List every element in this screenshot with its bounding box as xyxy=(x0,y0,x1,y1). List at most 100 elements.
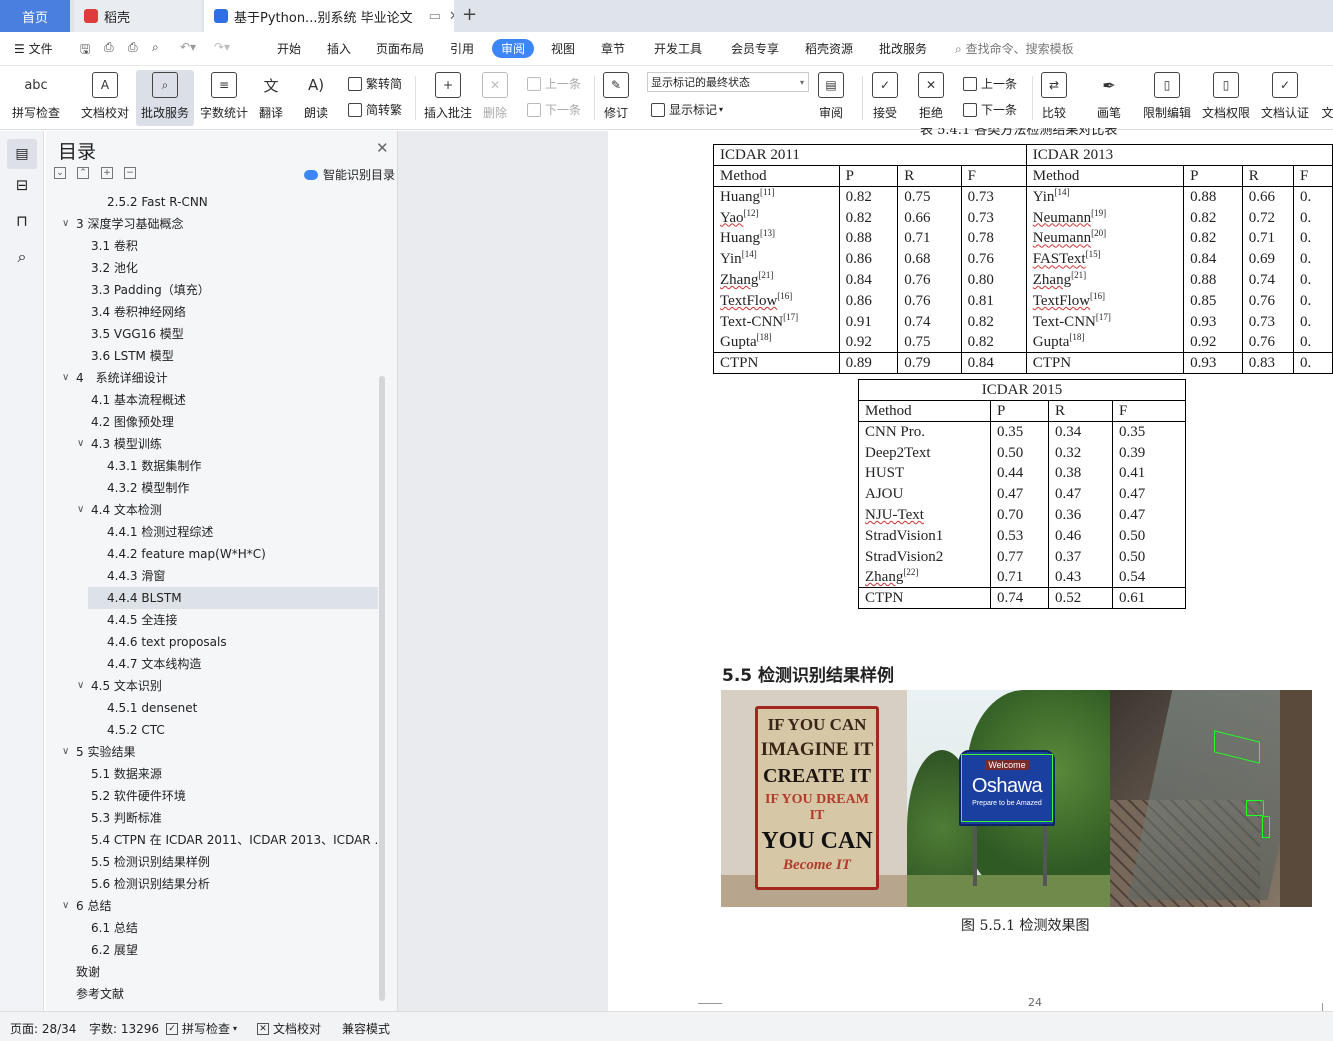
toc-item[interactable]: 4.5.2 CTC xyxy=(107,719,378,741)
toc-item[interactable]: 3 深度学习基础概念 xyxy=(76,213,378,235)
add-heading-icon[interactable]: + xyxy=(101,167,113,179)
redo-icon[interactable]: ↷▾ xyxy=(214,40,230,54)
next-change-button[interactable]: 下一条 xyxy=(963,101,1017,118)
status-proofread[interactable]: ✕ 文档校对 xyxy=(257,1020,321,1037)
toc-item[interactable]: 5 实验结果 xyxy=(76,741,378,763)
track-changes-button[interactable]: ✎ 修订 xyxy=(603,70,629,126)
toc-item[interactable]: 参考文献 xyxy=(76,983,378,1005)
new-tab-icon[interactable]: + xyxy=(462,4,477,25)
tab-docer[interactable]: 稻壳 xyxy=(74,0,202,32)
proofread-button[interactable]: A 文档校对 xyxy=(81,70,129,126)
trad-to-simp-button[interactable]: 繁转简 xyxy=(348,75,402,92)
menu-docer[interactable]: 稻壳资源 xyxy=(805,40,853,57)
toc-item[interactable]: 5.2 软件硬件环境 xyxy=(91,785,378,807)
toc-item[interactable]: 4.2 图像预处理 xyxy=(91,411,378,433)
toc-item[interactable]: 致谢 xyxy=(76,961,378,983)
chevron-down-icon[interactable]: ∨ xyxy=(62,372,69,383)
toc-item[interactable]: 6.2 展望 xyxy=(91,939,378,961)
toc-item[interactable]: 4 系统详细设计 xyxy=(76,367,378,389)
toc-item[interactable]: 4.4.3 滑窗 xyxy=(107,565,378,587)
toc-item[interactable]: 4.3 模型训练 xyxy=(91,433,378,455)
remove-heading-icon[interactable]: − xyxy=(124,167,136,179)
chevron-down-icon[interactable]: ∨ xyxy=(77,438,84,449)
prev-comment-button[interactable]: 上一条 xyxy=(527,75,581,92)
toc-item[interactable]: 4.1 基本流程概述 xyxy=(91,389,378,411)
compare-button[interactable]: ⇄ 比较 xyxy=(1041,70,1067,126)
find-icon[interactable]: ⌕ xyxy=(12,247,32,267)
toc-item[interactable]: 5.3 判断标准 xyxy=(91,807,378,829)
toc-item[interactable]: 4.5.1 densenet xyxy=(107,697,378,719)
toc-item[interactable]: 4.4.2 feature map(W*H*C) xyxy=(107,543,378,565)
chevron-down-icon[interactable]: ∨ xyxy=(77,504,84,515)
toc-item[interactable]: 5.1 数据来源 xyxy=(91,763,378,785)
show-markup-button[interactable]: 显示标记 ▾ xyxy=(651,101,723,118)
menu-review[interactable]: 审阅 xyxy=(492,39,535,58)
toc-item[interactable]: 4.5 文本识别 xyxy=(91,675,378,697)
undo-icon[interactable]: ↶▾ xyxy=(180,40,196,54)
toc-item[interactable]: 5.6 检测识别结果分析 xyxy=(91,873,378,895)
word-count-indicator[interactable]: 字数: 13296 xyxy=(89,1020,159,1037)
toc-item[interactable]: 3.2 池化 xyxy=(91,257,378,279)
export-pdf-icon[interactable]: ⎙ xyxy=(104,40,114,55)
pen-button[interactable]: ✒ 画笔 xyxy=(1096,70,1122,126)
tab-document[interactable]: 基于Python...别系统 毕业论文 ▭ ✕ xyxy=(204,0,454,32)
print-icon[interactable]: ⎙ xyxy=(128,40,138,55)
toc-item[interactable]: 3.4 卷积神经网络 xyxy=(91,301,378,323)
print-preview-icon[interactable]: ⌕ xyxy=(152,40,159,55)
menu-chapter[interactable]: 章节 xyxy=(601,40,625,57)
expand-up-icon[interactable]: ⌃ xyxy=(77,167,89,179)
simp-to-trad-button[interactable]: 简转繁 xyxy=(348,101,402,118)
read-aloud-button[interactable]: A) 朗读 xyxy=(303,70,329,126)
smart-toc-button[interactable]: 智能识别目录 xyxy=(304,166,395,183)
menu-member[interactable]: 会员专享 xyxy=(731,40,779,57)
save-icon[interactable]: 🖫 xyxy=(80,40,90,61)
tab-home[interactable]: 首页 xyxy=(0,0,70,32)
menu-correction[interactable]: 批改服务 xyxy=(879,40,927,57)
file-menu[interactable]: ☰ 文件 xyxy=(14,40,53,57)
collapse-all-icon[interactable]: ⌄ xyxy=(54,167,66,179)
menu-references[interactable]: 引用 xyxy=(450,40,474,57)
outline-icon[interactable]: ⊟ xyxy=(12,175,32,195)
toc-item[interactable]: 2.5.2 Fast R-CNN xyxy=(107,191,378,213)
chevron-down-icon[interactable]: ∨ xyxy=(62,218,69,229)
toc-item[interactable]: 6 总结 xyxy=(76,895,378,917)
review-service-button[interactable]: ⌕ 批改服务 xyxy=(136,70,194,126)
toc-item[interactable]: 4.4.5 全连接 xyxy=(107,609,378,631)
close-icon[interactable]: ✕ xyxy=(376,139,389,157)
toc-item[interactable]: 3.5 VGG16 模型 xyxy=(91,323,378,345)
markup-state-select[interactable]: 显示标记的最终状态 ▾ xyxy=(647,72,809,92)
chevron-down-icon[interactable]: ∨ xyxy=(62,900,69,911)
toc-item[interactable]: 5.4 CTPN 在 ICDAR 2011、ICDAR 2013、ICDAR .… xyxy=(91,829,378,851)
status-spell-check[interactable]: ✓ 拼写检查 ▾ xyxy=(166,1020,237,1037)
doc-permission-button[interactable]: ▯ 文档权限 xyxy=(1202,70,1250,126)
tab-close-icon[interactable]: ✕ xyxy=(449,9,454,24)
toc-item[interactable]: 4.3.1 数据集制作 xyxy=(107,455,378,477)
toc-item[interactable]: 3.1 卷积 xyxy=(91,235,378,257)
menu-insert[interactable]: 插入 xyxy=(327,40,351,57)
bookmark-icon[interactable]: ⊓ xyxy=(12,211,32,231)
reject-button[interactable]: ✕ 拒绝 xyxy=(918,70,944,126)
toc-item[interactable]: 3.3 Padding（填充） xyxy=(91,279,378,301)
toc-item[interactable]: 3.6 LSTM 模型 xyxy=(91,345,378,367)
insert-comment-button[interactable]: + 插入批注 xyxy=(424,70,472,126)
ribbon-overflow[interactable]: 文 xyxy=(1322,70,1333,126)
delete-comment-button[interactable]: ✕ 删除 xyxy=(482,70,508,126)
word-count-button[interactable]: ≡ 字数统计 xyxy=(200,70,248,126)
menu-layout[interactable]: 页面布局 xyxy=(376,40,424,57)
toc-scrollbar[interactable] xyxy=(379,376,385,1001)
chevron-down-icon[interactable]: ∨ xyxy=(77,680,84,691)
review-pane-button[interactable]: ▤ 审阅 xyxy=(818,70,844,126)
tab-pin-icon[interactable]: ▭ xyxy=(429,9,441,24)
toc-item[interactable]: 4.4.1 检测过程综述 xyxy=(107,521,378,543)
next-comment-button[interactable]: 下一条 xyxy=(527,101,581,118)
doc-certify-button[interactable]: ✓ 文档认证 xyxy=(1261,70,1309,126)
translate-button[interactable]: 文翻译 xyxy=(258,70,284,126)
toc-panel-icon[interactable]: ▤ xyxy=(7,139,37,169)
page-indicator[interactable]: 页面: 28/34 xyxy=(10,1020,76,1037)
toc-item[interactable]: 4.4.4 BLSTM xyxy=(88,587,378,609)
spell-check-button[interactable]: abc 拼写检查 xyxy=(12,70,60,126)
restrict-edit-button[interactable]: ▯ 限制编辑 xyxy=(1143,70,1191,126)
toc-item[interactable]: 4.4.6 text proposals xyxy=(107,631,378,653)
menu-start[interactable]: 开始 xyxy=(277,40,301,57)
chevron-down-icon[interactable]: ∨ xyxy=(62,746,69,757)
